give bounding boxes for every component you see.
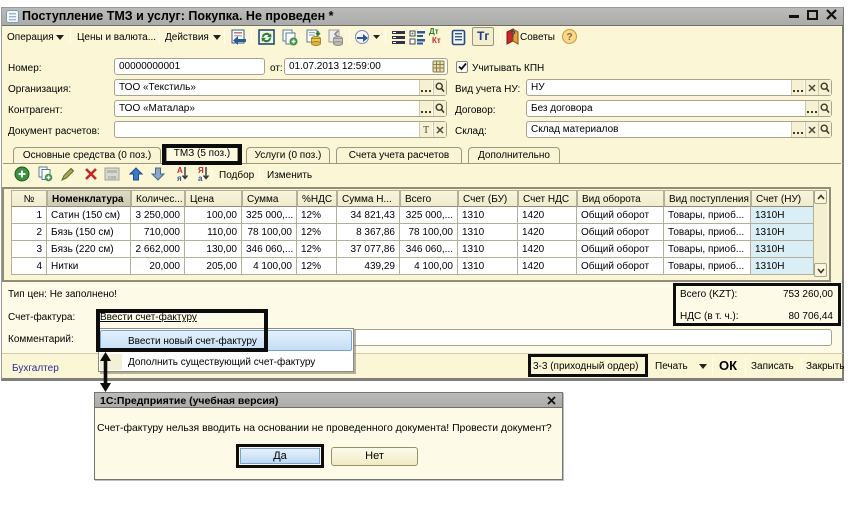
svg-text:я: я xyxy=(177,174,182,182)
svg-text:?: ? xyxy=(510,29,516,39)
svg-text:а: а xyxy=(198,174,203,182)
svg-text:сов: сов xyxy=(108,175,116,181)
svg-text:?: ? xyxy=(566,32,572,43)
